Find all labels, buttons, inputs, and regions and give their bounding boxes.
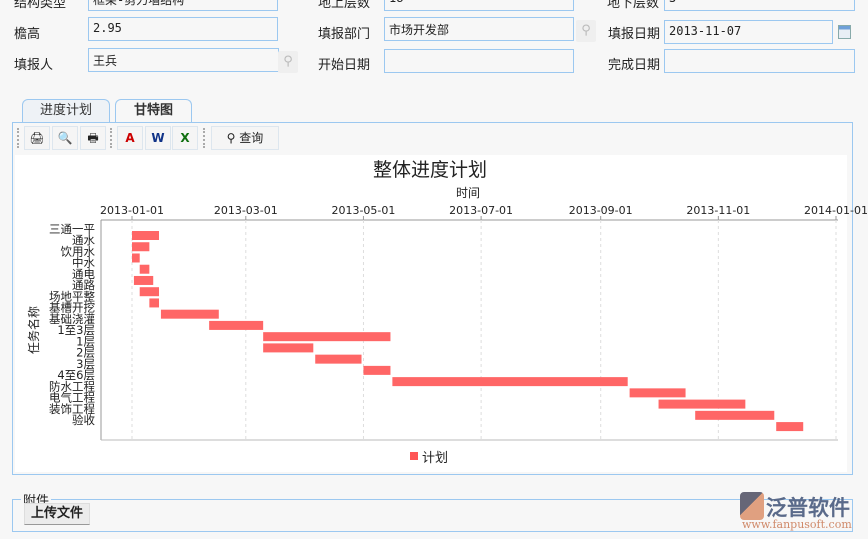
gantt-bar (160, 309, 219, 319)
legend-swatch (410, 452, 418, 460)
x-tick-label: 2013-09-01 (569, 204, 633, 217)
y-axis-title: 任务名称 (26, 306, 41, 354)
gantt-bar (132, 242, 150, 252)
x-tick-label: 2013-11-01 (686, 204, 750, 217)
upload-file-button[interactable]: 上传文件 (24, 503, 91, 525)
x-tick-label: 2013-07-01 (449, 204, 513, 217)
gantt-bar (363, 365, 391, 375)
x-tick-label: 2013-01-01 (100, 204, 164, 217)
chart-title: 整体进度计划 (373, 159, 487, 181)
x-tick-label: 2014-01-01 (804, 204, 868, 217)
logo-url: www.fanpusoft.com (742, 518, 852, 531)
gantt-bar (658, 399, 746, 409)
gantt-bar (133, 275, 154, 285)
gantt-bar (149, 298, 160, 308)
attachment-section: 附件 (12, 490, 853, 532)
gantt-bar (132, 253, 140, 263)
gantt-bar (209, 320, 264, 330)
x-tick-label: 2013-03-01 (214, 204, 278, 217)
gantt-bar (629, 388, 686, 398)
gantt-bar (776, 422, 804, 432)
gantt-bar (695, 410, 775, 420)
legend-label-plan: 计划 (422, 451, 449, 466)
gantt-bar (139, 287, 160, 297)
gantt-bar (392, 377, 628, 387)
x-axis-title: 时间 (456, 186, 480, 200)
gantt-bar (315, 354, 362, 364)
gantt-bar (263, 332, 391, 342)
gantt-bar (139, 264, 150, 274)
gantt-bar (263, 343, 314, 353)
x-tick-label: 2013-05-01 (331, 204, 395, 217)
y-tick-label: 验收 (72, 413, 95, 427)
gantt-bar (132, 231, 160, 240)
logo-mark (740, 492, 764, 520)
